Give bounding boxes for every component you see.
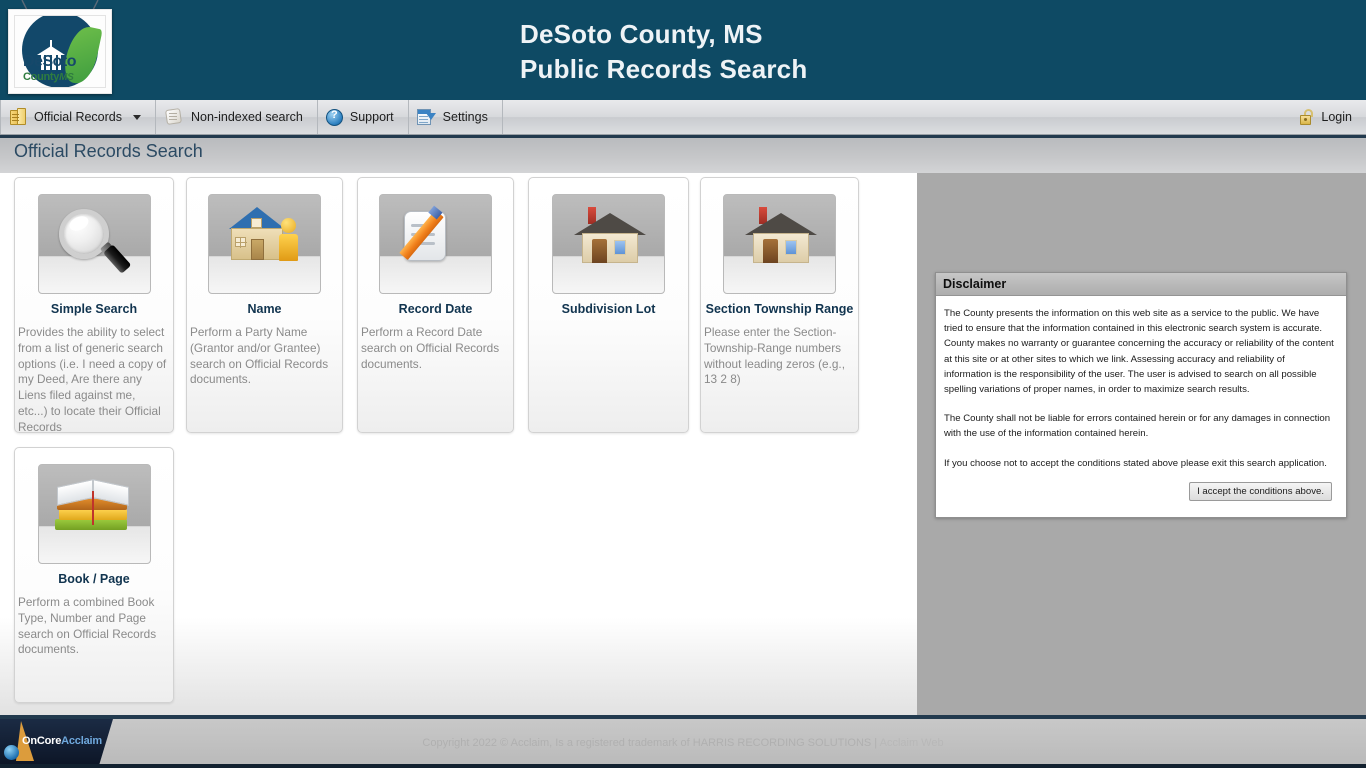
card-image (379, 194, 492, 294)
disclaimer-paragraph: The County shall not be liable for error… (944, 413, 1331, 440)
page-title: Official Records Search (14, 141, 203, 161)
house-icon (745, 207, 817, 269)
copyright-text: Copyright 2022 © Acclaim, Is a registere… (422, 737, 880, 749)
records-icon (9, 108, 27, 126)
nav-item-settings[interactable]: Settings (409, 100, 503, 134)
card-description: Please enter the Section-Township-Range … (704, 325, 845, 387)
nav-label: Official Records (34, 110, 122, 124)
disclaimer-panel: Disclaimer The County presents the infor… (935, 272, 1347, 518)
search-card-simple-search[interactable]: Simple Search Provides the ability to se… (14, 177, 174, 434)
login-label: Login (1321, 110, 1352, 124)
books-icon (53, 479, 139, 541)
nav-item-official-records[interactable]: Official Records (0, 100, 156, 134)
scroll-icon (164, 108, 184, 126)
help-icon (325, 108, 343, 126)
card-description: Provides the ability to select from a li… (18, 325, 167, 434)
house-icon (574, 207, 646, 269)
search-card-book-page[interactable]: Book / Page Perform a combined Book Type… (14, 447, 174, 703)
nav-label: Non-indexed search (191, 110, 303, 124)
card-image (208, 194, 321, 294)
lock-icon (1300, 109, 1315, 125)
search-card-record-date[interactable]: Record Date Perform a Record Date search… (357, 177, 514, 433)
house-person-icon (223, 207, 307, 269)
document-pencil-icon (399, 205, 466, 269)
footer-accent-bar (0, 764, 1366, 768)
nav-item-support[interactable]: Support (318, 100, 409, 134)
logo-text-secondary: CountyMS (23, 71, 74, 83)
logo-sign-board: DeSoto CountyMS (8, 9, 112, 94)
page-header-title: DeSoto County, MS Public Records Search (520, 19, 808, 84)
card-title: Subdivision Lot (561, 302, 656, 316)
disclaimer-body: The County presents the information on t… (936, 296, 1346, 517)
page-body: Official Records Search Simple Search Pr… (0, 135, 1366, 715)
search-card-subdivision-lot[interactable]: Subdivision Lot (528, 177, 689, 433)
card-image (37, 464, 151, 564)
card-image (552, 194, 665, 294)
nav-label: Settings (442, 110, 488, 124)
search-card-section-township-range[interactable]: Section Township Range Please enter the … (700, 177, 859, 433)
page-title-bar (0, 135, 1366, 173)
card-description: Perform a combined Book Type, Number and… (18, 595, 157, 657)
search-options-panel: Simple Search Provides the ability to se… (0, 173, 917, 715)
card-title: Name (247, 302, 282, 316)
chevron-down-icon (133, 114, 141, 120)
app-header: DeSoto CountyMS DeSoto County, MS Public… (0, 0, 1366, 100)
magnifier-icon (58, 209, 131, 275)
nav-item-non-indexed-search[interactable]: Non-indexed search (156, 100, 318, 134)
login-button[interactable]: Login (1286, 100, 1366, 134)
card-title: Book / Page (58, 572, 130, 586)
logo-text-primary: DeSoto (23, 53, 77, 70)
card-image (723, 194, 836, 294)
card-description: Perform a Party Name (Grantor and/or Gra… (190, 325, 329, 387)
search-card-name[interactable]: Name Perform a Party Name (Grantor and/o… (186, 177, 343, 433)
card-title: Section Township Range (705, 302, 854, 316)
card-title: Record Date (398, 302, 473, 316)
disclaimer-paragraph: The County presents the information on t… (944, 308, 1334, 396)
card-image (37, 194, 151, 294)
settings-icon (416, 108, 436, 126)
disclaimer-heading: Disclaimer (936, 273, 1346, 296)
app-footer: OnCoreAcclaim Copyright 2022 © Acclaim, … (0, 715, 1366, 768)
disclaimer-paragraph: If you choose not to accept the conditio… (944, 457, 1327, 469)
card-description: Perform a Record Date search on Official… (361, 325, 500, 371)
nav-label: Support (349, 110, 394, 124)
footer-copyright: Copyright 2022 © Acclaim, Is a registere… (0, 737, 1366, 749)
main-navbar: Official Records Non-indexed search Supp… (0, 100, 1366, 135)
accept-conditions-button[interactable]: I accept the conditions above. (1189, 481, 1332, 501)
acclaim-web-link[interactable]: Acclaim Web (880, 737, 944, 749)
county-logo: DeSoto CountyMS (8, 0, 112, 96)
card-title: Simple Search (50, 302, 138, 316)
